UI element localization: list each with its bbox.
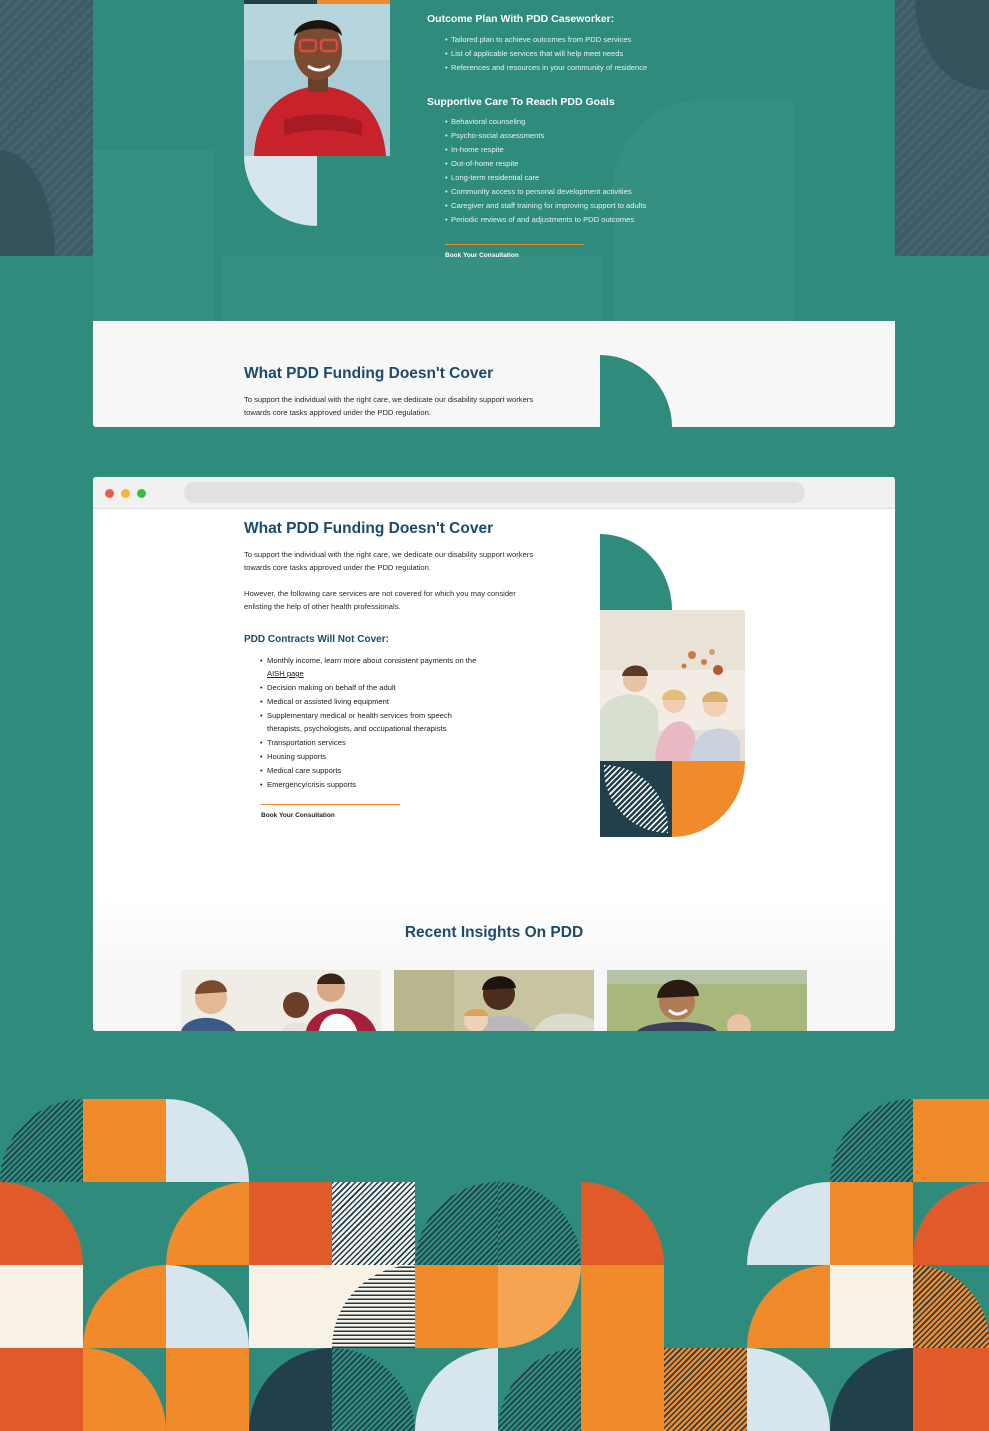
intro-paragraph: To support the individual with the right… <box>244 550 534 572</box>
right-decor-panel <box>895 0 989 256</box>
window-minimize-icon[interactable] <box>121 489 130 498</box>
list-item: Housing supports <box>260 750 507 763</box>
funding-preview-card: What PDD Funding Doesn't Cover To suppor… <box>93 321 895 427</box>
list-item: Long-term residential care <box>445 171 646 185</box>
decor-quarter-circle <box>600 534 672 610</box>
section-title: What PDD Funding Doesn't Cover <box>244 365 494 382</box>
supportive-care-list: Behavioral counseling Psycho-social asse… <box>445 115 646 227</box>
decor-quarter-circle <box>672 761 745 837</box>
section-text: To support the individual with the right… <box>244 395 534 417</box>
list-item: Community access to personal development… <box>445 185 646 199</box>
cta-underline <box>261 804 400 805</box>
left-decor-panel <box>0 0 93 256</box>
list-item: Tailored plan to achieve outcomes from P… <box>445 33 647 47</box>
window-close-icon[interactable] <box>105 489 114 498</box>
list-item: Supplementary medical or health services… <box>260 709 482 735</box>
browser-toolbar <box>93 477 895 509</box>
list-item: List of applicable services that will he… <box>445 47 647 61</box>
window-maximize-icon[interactable] <box>137 489 146 498</box>
insight-thumbnail[interactable] <box>394 970 594 1031</box>
not-covered-paragraph: However, the following care services are… <box>244 589 516 611</box>
decor-quarter-circle <box>600 355 672 427</box>
list-item: In-home respite <box>445 143 646 157</box>
supportive-care-heading: Supportive Care To Reach PDD Goals <box>427 96 615 108</box>
outcome-plan-list: Tailored plan to achieve outcomes from P… <box>445 33 647 75</box>
list-item: Psycho-social assessments <box>445 129 646 143</box>
list-item: Periodic reviews of and adjustments to P… <box>445 213 646 227</box>
browser-window: What PDD Funding Doesn't Cover To suppor… <box>93 477 895 1031</box>
list-item: Decision making on behalf of the adult <box>260 681 507 694</box>
decor-leaf-tile <box>600 761 672 837</box>
man-portrait-image <box>244 0 390 156</box>
list-item: Caregiver and staff training for improvi… <box>445 199 646 213</box>
insight-thumbnail[interactable] <box>607 970 807 1031</box>
insights-heading: Recent Insights On PDD <box>404 924 584 941</box>
page-title: What PDD Funding Doesn't Cover <box>244 520 494 537</box>
list-item: Medical or assisted living equipment <box>260 695 507 708</box>
book-consultation-link[interactable]: Book Your Consultation <box>445 252 519 259</box>
list-item: Out-of-home respite <box>445 157 646 171</box>
list-item: Monthly income, learn more about consist… <box>260 654 507 680</box>
book-consultation-link[interactable]: Book Your Consultation <box>261 812 335 819</box>
geometric-pattern-footer <box>0 1099 989 1431</box>
address-bar[interactable] <box>184 482 805 503</box>
aish-page-link[interactable]: AISH page <box>267 669 304 678</box>
family-photo-image <box>600 610 745 761</box>
list-item: Emergency/crisis supports <box>260 778 507 791</box>
list-item: Behavioral counseling <box>445 115 646 129</box>
list-item: Transportation services <box>260 736 507 749</box>
list-item: References and resources in your communi… <box>445 61 647 75</box>
portrait-top-bar <box>244 0 317 4</box>
outcome-plan-heading: Outcome Plan With PDD Caseworker: <box>427 13 615 25</box>
list-item: Medical care supports <box>260 764 507 777</box>
contracts-heading: PDD Contracts Will Not Cover: <box>244 634 389 645</box>
page-content: What PDD Funding Doesn't Cover To suppor… <box>93 510 895 1031</box>
cta-underline <box>445 244 584 245</box>
portrait-top-bar-accent <box>317 0 390 4</box>
insight-thumbnail[interactable] <box>181 970 381 1031</box>
not-covered-list: Monthly income, learn more about consist… <box>260 654 507 792</box>
